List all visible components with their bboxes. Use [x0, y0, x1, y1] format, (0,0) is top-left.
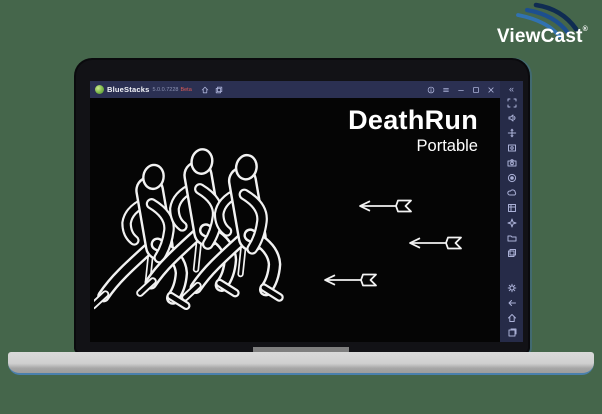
back-icon[interactable]: [507, 298, 517, 308]
multi-window-icon[interactable]: [507, 248, 517, 258]
collapse-sidebar-icon[interactable]: «: [509, 83, 514, 96]
laptop-base: [8, 352, 594, 375]
game-subtitle: Portable: [416, 137, 478, 156]
shake-icon[interactable]: [507, 218, 517, 228]
bluestacks-sidebar: «: [500, 81, 523, 342]
settings-icon[interactable]: [507, 283, 517, 293]
app-title: BlueStacks: [107, 85, 150, 94]
registered-mark: ®: [582, 26, 588, 33]
close-icon[interactable]: [486, 85, 495, 94]
screenshot-icon[interactable]: [507, 143, 517, 153]
multi-instance-icon[interactable]: [215, 85, 224, 94]
menu-icon[interactable]: [441, 85, 450, 94]
app-version: 5.0.0.7228: [152, 86, 179, 93]
macro-icon[interactable]: [507, 203, 517, 213]
game-title-block: DeathRun Portable: [348, 106, 478, 156]
bluestacks-logo-icon: [95, 85, 104, 94]
stage: ViewCast® BlueStacks 5.0.0.7228 Beta Dea…: [0, 0, 602, 414]
viewcast-brand-text: ViewCast®: [496, 26, 588, 47]
bluestacks-titlebar[interactable]: BlueStacks 5.0.0.7228 Beta: [90, 81, 500, 98]
game-screen[interactable]: DeathRun Portable: [90, 98, 500, 342]
volume-icon[interactable]: [507, 113, 517, 123]
move-icon[interactable]: [507, 128, 517, 138]
maximize-icon[interactable]: [471, 85, 480, 94]
minimize-icon[interactable]: [456, 85, 465, 94]
fullscreen-icon[interactable]: [507, 98, 517, 108]
bluestacks-window: BlueStacks 5.0.0.7228 Beta DeathRun Port…: [90, 81, 523, 342]
cloud-icon[interactable]: [506, 188, 517, 198]
info-icon[interactable]: [426, 85, 435, 94]
game-title: DeathRun: [348, 105, 478, 135]
laptop-screen-bezel: BlueStacks 5.0.0.7228 Beta DeathRun Port…: [76, 60, 528, 352]
arrow-illustration: [358, 198, 414, 214]
home-icon[interactable]: [507, 313, 517, 323]
folder-icon[interactable]: [507, 233, 517, 243]
home-icon[interactable]: [201, 85, 210, 94]
record-icon[interactable]: [507, 173, 517, 183]
recent-apps-icon[interactable]: [507, 328, 517, 338]
camera-icon[interactable]: [507, 158, 517, 168]
arrow-illustration: [323, 272, 379, 288]
running-figures-illustration: [94, 144, 300, 336]
arrow-illustration: [408, 235, 464, 251]
beta-badge: Beta: [180, 86, 192, 93]
viewcast-logo: ViewCast®: [492, 2, 592, 54]
